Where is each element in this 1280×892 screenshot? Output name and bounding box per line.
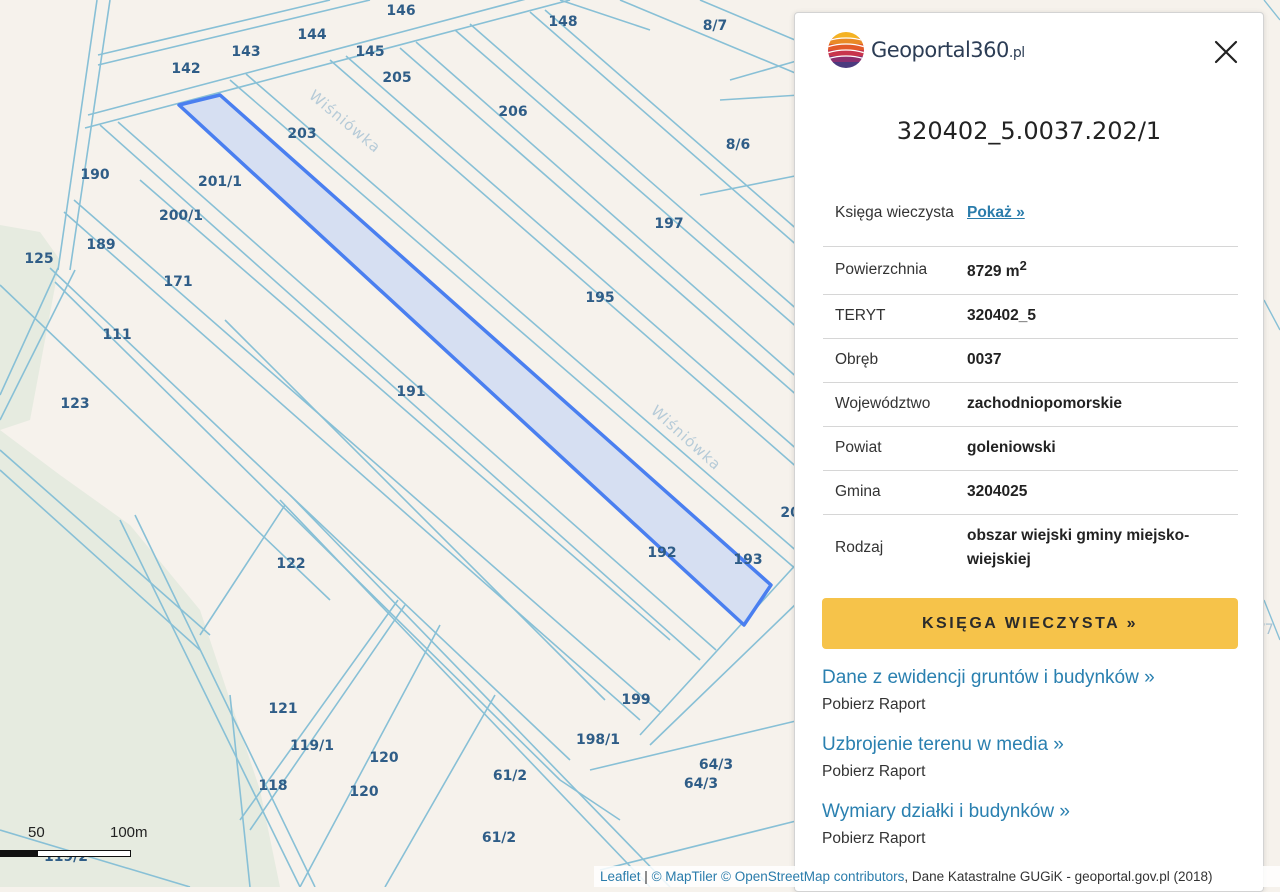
geoportal-logo[interactable]: Geoportal360.pl xyxy=(827,31,1025,69)
parcel-number-label: 198/1 xyxy=(576,732,620,748)
logo-text: Geoportal360.pl xyxy=(871,38,1025,62)
parcel-number-label: 189 xyxy=(86,237,115,253)
key-ksiega: Księga wieczysta xyxy=(823,180,966,247)
value-powierzchnia: 8729 m xyxy=(967,263,1020,281)
value-powiat: goleniowski xyxy=(966,426,1238,471)
parcel-number-label: 64/3 xyxy=(699,757,733,773)
row-wojewodztwo: Województwo zachodniopomorskie xyxy=(823,382,1238,427)
parcel-id-title: 320402_5.0037.202/1 xyxy=(896,117,1162,145)
geoportal-globe-icon xyxy=(828,32,864,68)
parcel-number-label: 199 xyxy=(621,692,650,708)
parcel-number-label: 143 xyxy=(231,44,260,60)
parcel-number-label: 121 xyxy=(268,701,297,717)
key-teryt: TERYT xyxy=(823,294,966,339)
value-teryt: 320402_5 xyxy=(966,294,1238,339)
parcel-number-label: 195 xyxy=(585,290,614,306)
parcel-info-table: Księga wieczysta Pokaż » Powierzchnia 87… xyxy=(823,180,1238,582)
value-gmina: 3204025 xyxy=(966,470,1238,515)
parcel-number-label: 190 xyxy=(80,167,109,183)
scale-label-100: 100m xyxy=(110,824,148,841)
parcel-number-label: 171 xyxy=(163,274,192,290)
parcel-number-label: 206 xyxy=(498,104,527,120)
parcel-number-label: 8/6 xyxy=(726,137,751,153)
row-gmina: Gmina 3204025 xyxy=(823,470,1238,515)
osm-link[interactable]: © OpenStreetMap contributors xyxy=(721,869,904,884)
sub-ewidencja[interactable]: Pobierz Raport xyxy=(822,696,925,714)
pokaz-link[interactable]: Pokaż » xyxy=(967,204,1025,221)
parcel-number-label: 197 xyxy=(654,216,683,232)
key-powiat: Powiat xyxy=(823,426,966,471)
maptiler-link[interactable]: © MapTiler xyxy=(652,869,718,884)
parcel-number-label: 193 xyxy=(733,552,762,568)
ksiega-wieczysta-button[interactable]: KSIĘGA WIECZYSTA » xyxy=(822,598,1238,649)
scale-label-50: 50 xyxy=(28,824,45,841)
value-rodzaj: obszar wiejski gminy miejsko-wiejskiej xyxy=(967,527,1190,569)
key-wojewodztwo: Województwo xyxy=(823,382,966,427)
parcel-info-panel: Geoportal360.pl 320402_5.0037.202/1 Księ… xyxy=(794,12,1264,892)
key-obreb: Obręb xyxy=(823,338,966,383)
map-scale: 50 100m xyxy=(0,822,148,862)
parcel-number-label: 8/7 xyxy=(703,18,728,34)
parcel-number-label: 122 xyxy=(276,556,305,572)
parcel-number-label: 64/3 xyxy=(684,776,718,792)
link-ewidencja[interactable]: Dane z ewidencji gruntów i budynków » xyxy=(822,667,1155,689)
close-icon[interactable] xyxy=(1213,39,1239,65)
key-gmina: Gmina xyxy=(823,470,966,515)
parcel-number-label: 111 xyxy=(102,327,131,343)
parcel-number-label: 205 xyxy=(382,70,411,86)
link-uzbrojenie[interactable]: Uzbrojenie terenu w media » xyxy=(822,734,1064,756)
map-attribution: Leaflet | © MapTiler © OpenStreetMap con… xyxy=(594,866,1280,887)
scale-bar-fill xyxy=(0,850,38,857)
leaflet-link[interactable]: Leaflet xyxy=(600,869,641,884)
attribution-rest: , Dane Katastralne GUGiK - geoportal.gov… xyxy=(904,869,1213,884)
parcel-number-label: 118 xyxy=(258,778,287,794)
link-wymiary[interactable]: Wymiary działki i budynków » xyxy=(822,801,1070,823)
value-obreb: 0037 xyxy=(966,338,1238,383)
logo-tld: .pl xyxy=(1008,45,1025,61)
parcel-number-label: 201/1 xyxy=(198,174,242,190)
parcel-number-label: 145 xyxy=(355,44,384,60)
parcel-number-label: 125 xyxy=(24,251,53,267)
parcel-number-label: 146 xyxy=(386,3,415,19)
value-wojewodztwo: zachodniopomorskie xyxy=(966,382,1238,427)
parcel-number-label: 120 xyxy=(349,784,378,800)
attribution-separator: | xyxy=(640,869,652,884)
value-powierzchnia-unit-exp: 2 xyxy=(1019,258,1027,274)
key-rodzaj: Rodzaj xyxy=(835,539,884,557)
key-powierzchnia: Powierzchnia xyxy=(823,246,966,295)
row-teryt: TERYT 320402_5 xyxy=(823,294,1238,339)
parcel-number-label: 120 xyxy=(369,750,398,766)
parcel-number-label: 144 xyxy=(297,27,326,43)
sub-wymiary[interactable]: Pobierz Raport xyxy=(822,830,925,848)
logo-number: 360 xyxy=(970,38,1009,62)
row-rodzaj: Rodzaj obszar wiejski gminy miejsko-wiej… xyxy=(823,514,1238,582)
row-powierzchnia: Powierzchnia 8729 m2 xyxy=(823,246,1238,295)
sub-uzbrojenie[interactable]: Pobierz Raport xyxy=(822,763,925,781)
parcel-number-label: 192 xyxy=(647,545,676,561)
parcel-number-label: 191 xyxy=(396,384,425,400)
parcel-number-label: 200/1 xyxy=(159,208,203,224)
parcel-number-label: 148 xyxy=(548,14,577,30)
parcel-number-label: 61/2 xyxy=(493,768,527,784)
parcel-number-label: 119/1 xyxy=(290,738,334,754)
parcel-number-label: 203 xyxy=(287,126,316,142)
parcel-number-label: 142 xyxy=(171,61,200,77)
parcel-number-label: 61/2 xyxy=(482,830,516,846)
row-obreb: Obręb 0037 xyxy=(823,338,1238,383)
logo-brand: Geoportal xyxy=(871,38,971,62)
row-powiat: Powiat goleniowski xyxy=(823,426,1238,471)
row-ksiega: Księga wieczysta Pokaż » xyxy=(823,180,1238,247)
parcel-number-label: 123 xyxy=(60,396,89,412)
